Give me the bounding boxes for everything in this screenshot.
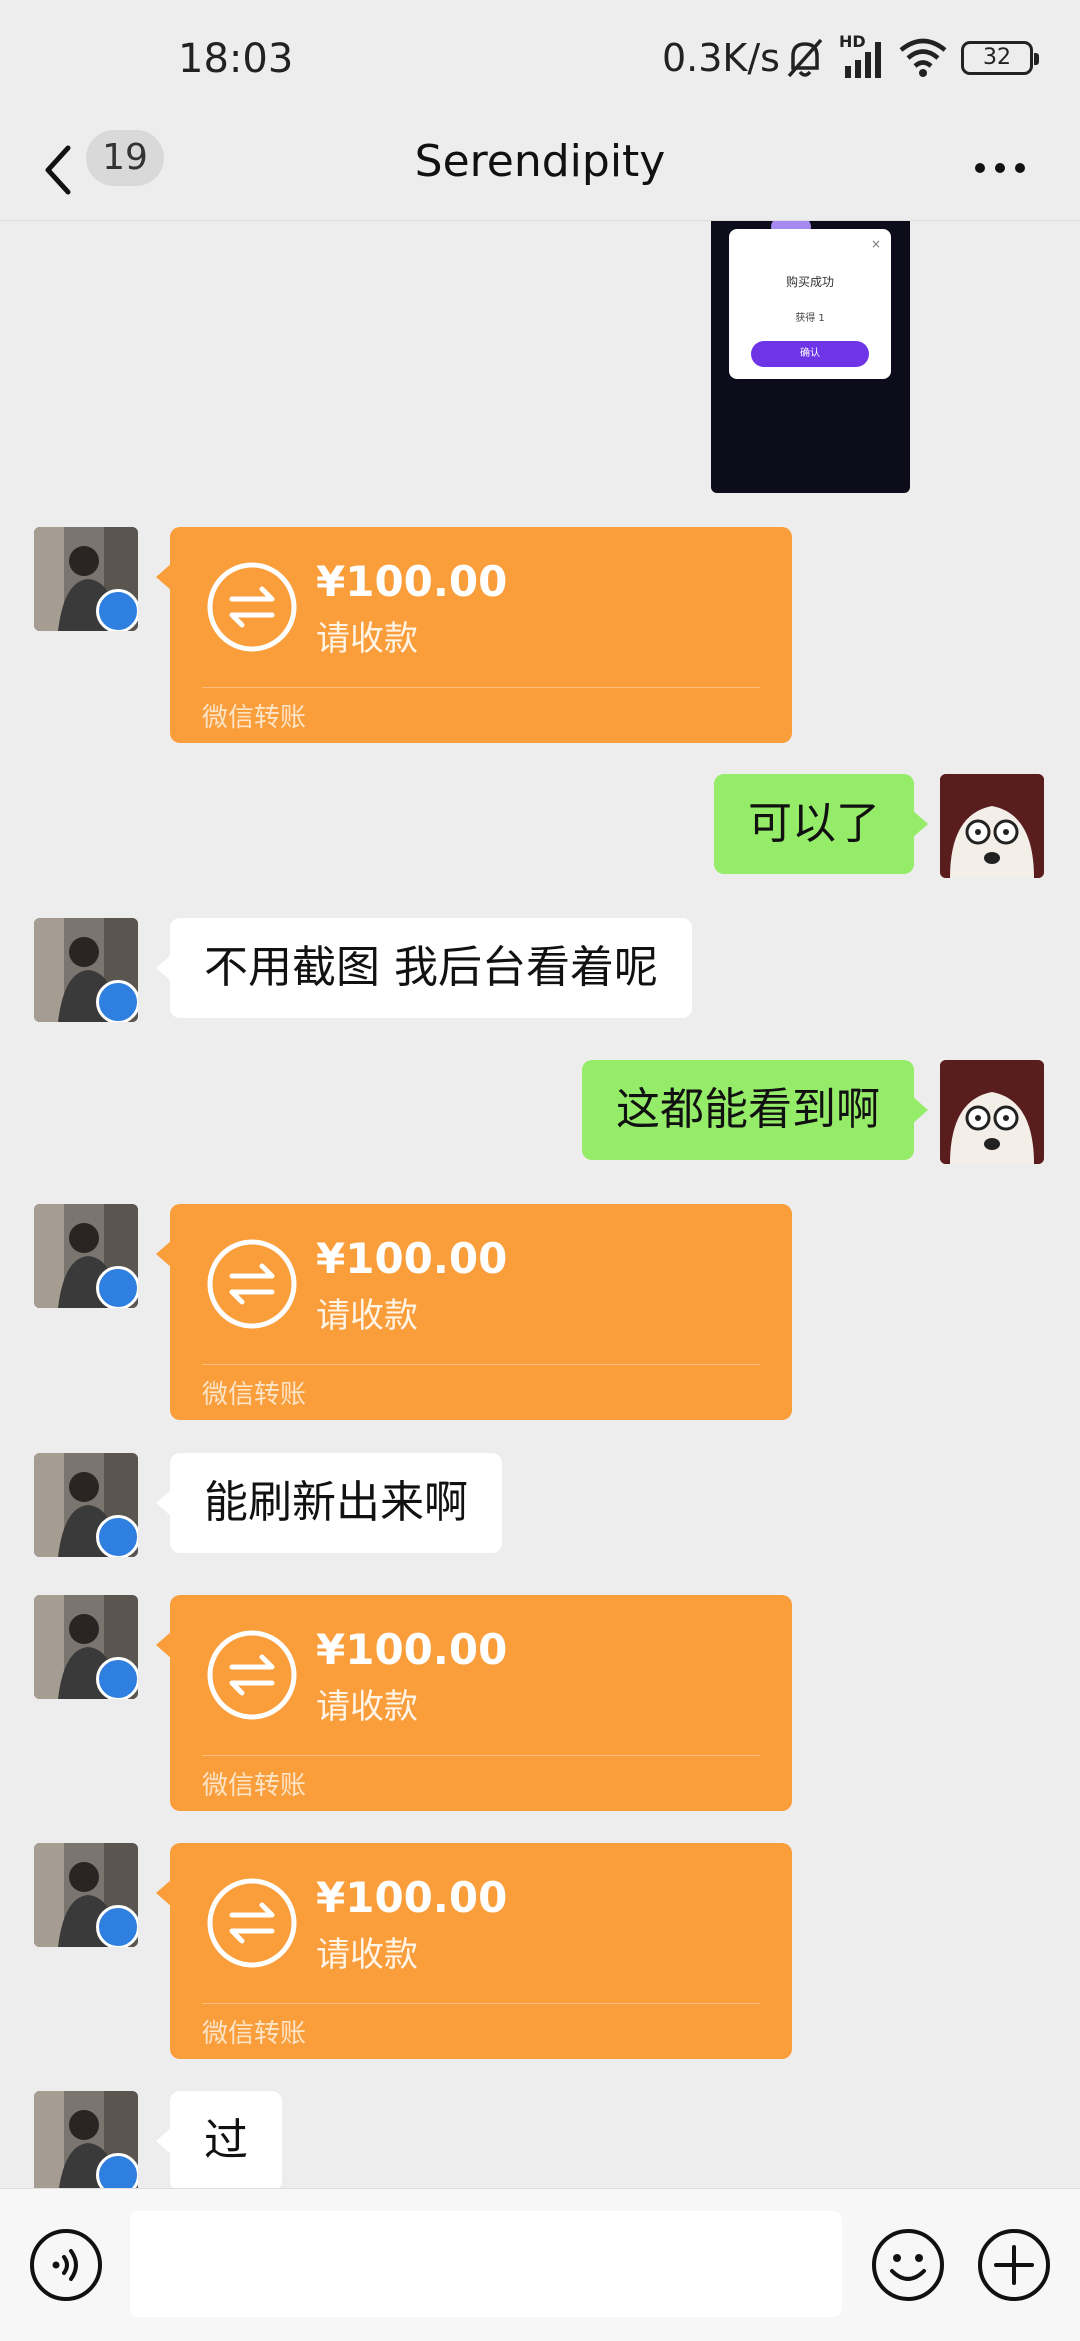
my-avatar[interactable] — [940, 1060, 1044, 1164]
transfer-amount: ¥100.00 — [316, 1625, 508, 1674]
transfer-status: 请收款 — [316, 1296, 418, 1336]
close-icon: × — [870, 237, 881, 251]
my-avatar[interactable] — [940, 774, 1044, 878]
more-dots-icon[interactable] — [970, 148, 1030, 188]
dialog-card: × 购买成功 获得 1 确认 — [729, 229, 891, 379]
verified-badge-icon — [96, 1266, 138, 1308]
avatar-cartoon — [940, 1060, 1044, 1164]
verified-badge-icon — [96, 1657, 138, 1699]
signal-icon: HD — [839, 32, 885, 80]
verified-badge-icon — [96, 1905, 138, 1947]
contact-avatar[interactable] — [34, 1843, 138, 1947]
input-bar — [0, 2188, 1080, 2341]
status-icons: HD 32 — [785, 32, 1039, 82]
dialog-confirm-button: 确认 — [751, 341, 869, 367]
transfer-arrows-icon — [207, 1878, 297, 1968]
chat-title: Serendipity — [414, 136, 666, 187]
contact-avatar[interactable] — [34, 1204, 138, 1308]
transfer-status: 请收款 — [316, 1935, 418, 1975]
chat-header: 19 Serendipity — [0, 120, 1080, 221]
status-time: 18:03 — [178, 36, 294, 82]
verified-badge-icon — [96, 2153, 138, 2188]
contact-avatar[interactable] — [34, 2091, 138, 2188]
verified-badge-icon — [96, 1515, 138, 1557]
transfer-card[interactable]: ¥100.00 请收款 微信转账 — [156, 1595, 792, 1811]
wifi-icon — [899, 38, 947, 77]
plus-icon[interactable] — [976, 2227, 1052, 2303]
transfer-arrows-icon — [207, 1630, 297, 1720]
verified-badge-icon — [96, 980, 138, 1022]
transfer-label: 微信转账 — [202, 703, 307, 733]
transfer-amount: ¥100.00 — [316, 557, 508, 606]
contact-avatar[interactable] — [34, 1453, 138, 1557]
status-bar: 18:03 0.3K/s HD 32 — [0, 0, 1080, 120]
mute-bell-icon — [787, 38, 823, 78]
transfer-amount: ¥100.00 — [316, 1234, 508, 1283]
divider — [202, 2003, 760, 2004]
transfer-status: 请收款 — [316, 619, 418, 659]
dialog-title: 购买成功 — [785, 275, 834, 289]
divider — [202, 1364, 760, 1365]
message-input[interactable] — [130, 2211, 842, 2317]
transfer-status: 请收款 — [316, 1687, 418, 1727]
transfer-label: 微信转账 — [202, 2019, 307, 2049]
message-bubble-out[interactable]: 可以了 — [714, 774, 928, 874]
transfer-arrows-icon — [207, 562, 297, 652]
transfer-amount: ¥100.00 — [316, 1873, 508, 1922]
message-bubble-in[interactable]: 不用截图 我后台看着呢 — [156, 918, 692, 1018]
avatar-cartoon — [940, 774, 1044, 878]
transfer-card[interactable]: ¥100.00 请收款 微信转账 — [156, 527, 792, 743]
network-speed: 0.3K/s — [662, 36, 780, 80]
message-bubble-in[interactable]: 过 — [156, 2091, 282, 2188]
image-message[interactable]: × 购买成功 获得 1 确认 — [711, 221, 910, 493]
message-bubble-in[interactable]: 能刷新出来啊 — [156, 1453, 502, 1553]
voice-icon[interactable] — [28, 2227, 104, 2303]
transfer-card[interactable]: ¥100.00 请收款 微信转账 — [156, 1204, 792, 1420]
contact-avatar[interactable] — [34, 527, 138, 631]
transfer-arrows-icon — [207, 1239, 297, 1329]
message-list[interactable]: × 购买成功 获得 1 确认 ¥100.00 请收款 微信转账 可以了 不用截图… — [0, 221, 1080, 2188]
message-bubble-out[interactable]: 这都能看到啊 — [582, 1060, 928, 1160]
transfer-label: 微信转账 — [202, 1771, 307, 1801]
contact-avatar[interactable] — [34, 1595, 138, 1699]
dialog-text: 获得 1 — [795, 313, 825, 324]
transfer-label: 微信转账 — [202, 1380, 307, 1410]
emoji-icon[interactable] — [870, 2227, 946, 2303]
battery-level: 32 — [983, 45, 1011, 70]
divider — [202, 1755, 760, 1756]
battery-icon: 32 — [961, 41, 1039, 75]
transfer-card[interactable]: ¥100.00 请收款 微信转账 — [156, 1843, 792, 2059]
verified-badge-icon — [96, 589, 138, 631]
divider — [202, 687, 760, 688]
contact-avatar[interactable] — [34, 918, 138, 1022]
